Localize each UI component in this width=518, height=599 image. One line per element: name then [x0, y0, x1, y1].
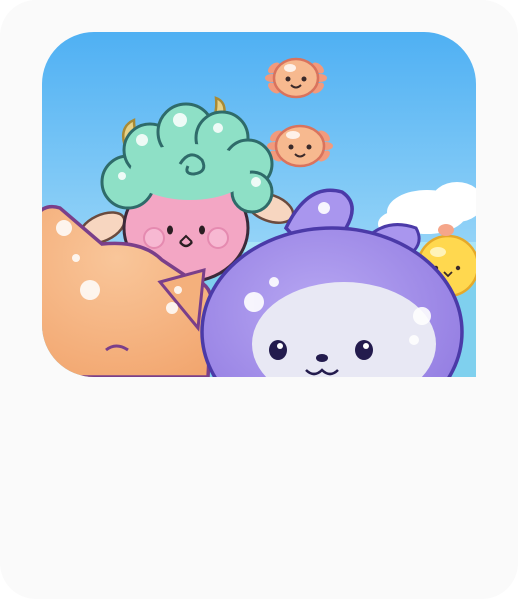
app-card[interactable] [0, 0, 518, 599]
axolotl-icon [265, 57, 327, 99]
app-icon-artwork [42, 32, 476, 377]
app-icon[interactable] [42, 32, 476, 377]
axolotl-icon [267, 124, 333, 168]
app-info [0, 377, 518, 599]
